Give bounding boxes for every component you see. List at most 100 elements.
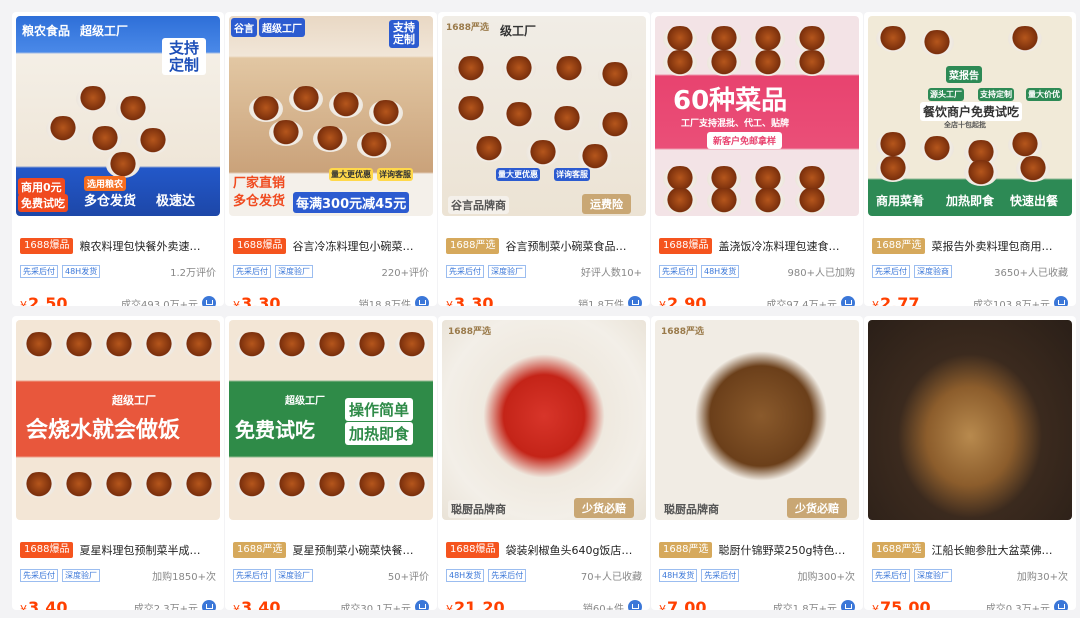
- product-image[interactable]: 超级工厂 免费试吃 操作简单 加热即食: [229, 320, 433, 520]
- image-overlay-text: 全店十包起批: [944, 121, 986, 129]
- price-row: ¥2.90 成交97.4万+元: [659, 292, 855, 306]
- product-title[interactable]: 江船长鲍参肚大盆菜佛…: [931, 542, 1052, 558]
- product-title-row[interactable]: 1688严选 江船长鲍参肚大盆菜佛…: [872, 541, 1068, 559]
- price-row: ¥3.30 销18.8万件: [233, 292, 429, 306]
- food-dish: [275, 472, 309, 498]
- product-title[interactable]: 袋装剁椒鱼头640g饭店…: [505, 542, 632, 558]
- product-title[interactable]: 谷言冷冻料理包小碗菜…: [292, 238, 413, 254]
- product-title[interactable]: 夏星预制菜小碗菜快餐…: [292, 542, 413, 558]
- product-title-row[interactable]: 1688爆品 谷言冷冻料理包小碗菜…: [233, 237, 429, 255]
- image-overlay-text: 选用粮农: [84, 176, 127, 191]
- product-image[interactable]: 谷言 超级工厂 支持定制 厂家直销 多仓发货 每满300元减45元 量大更优惠 详询客服: [229, 16, 433, 216]
- product-title[interactable]: 谷言预制菜小碗菜食品…: [505, 238, 626, 254]
- service-tags: 先采后付 深度验厂 220+评价: [233, 264, 429, 279]
- food-dish: [235, 472, 269, 498]
- add-to-cart-icon[interactable]: [415, 296, 429, 306]
- image-overlay-text: 谷言品牌商: [448, 196, 509, 214]
- product-title-row[interactable]: 1688爆品 夏星料理包预制菜半成…: [20, 541, 216, 559]
- product-price: ¥7.00: [659, 598, 706, 611]
- product-title[interactable]: 盖浇饭冷冻料理包速食…: [718, 238, 839, 254]
- product-card[interactable]: 1688严选 聪厨品牌商 少货必赔 1688严选 聪厨什锦野菜250g特色… 48H发货先…: [651, 316, 863, 610]
- price-row: ¥3.30 销1.8万件: [446, 292, 642, 306]
- service-tag: 先采后付: [20, 568, 58, 582]
- product-card[interactable]: 1688严选 江船长鲍参肚大盆菜佛… 先采后付 深度验厂 加购30+次 ¥75.00 成交0…: [864, 316, 1076, 610]
- product-title-row[interactable]: 1688爆品 粮农料理包快餐外卖速…: [20, 237, 216, 255]
- product-title[interactable]: 聪厨什锦野菜250g特色…: [718, 542, 845, 558]
- food-dish: [472, 136, 506, 162]
- product-image[interactable]: [868, 320, 1072, 520]
- add-to-cart-icon[interactable]: [1054, 600, 1068, 610]
- add-to-cart-icon[interactable]: [628, 600, 642, 610]
- product-price: ¥2.50: [20, 294, 67, 307]
- food-dish: [876, 156, 910, 182]
- add-to-cart-icon[interactable]: [1054, 296, 1068, 306]
- product-title-row[interactable]: 1688严选 菜报告外卖料理包商用…: [872, 237, 1068, 255]
- price-value: 21.20: [454, 597, 505, 611]
- add-to-cart-icon[interactable]: [415, 600, 429, 610]
- product-image[interactable]: 粮农食品 超级工厂 支持定制 选用粮农 商用0元 免费试吃 多仓发货 极速达: [16, 16, 220, 216]
- product-card[interactable]: 60种菜品 工厂支持混批、代工、贴牌 新客户免邮拿样 1688爆品 盖浇饭冷冻料理包速食…: [651, 12, 863, 306]
- sales-volume: 成交97.4万+元: [766, 299, 837, 307]
- food-dish: [598, 112, 632, 138]
- food-dish: [751, 26, 785, 52]
- food-dish: [663, 50, 697, 76]
- product-title-row[interactable]: 1688严选 聪厨什锦野菜250g特色…: [659, 541, 855, 559]
- currency-symbol: ¥: [446, 602, 453, 611]
- image-overlay-text: 1688严选: [446, 23, 490, 33]
- product-card[interactable]: 菜报告 源头工厂 支持定制 量大价优 餐饮商户免费试吃 全店十包起批 商用菜肴 加热即食 快速出…: [864, 12, 1076, 306]
- add-to-cart-icon[interactable]: [202, 296, 216, 306]
- service-tag: 先采后付: [446, 264, 484, 278]
- product-title[interactable]: 粮农料理包快餐外卖速…: [79, 238, 200, 254]
- food-dish: [795, 188, 829, 214]
- price-row: ¥7.00 成交1.8万+元: [659, 596, 855, 610]
- product-card[interactable]: 1688严选 级工厂 量大更优惠 详询客服 谷言品牌商 运费险 1688严选 谷言预制菜小碗菜…: [438, 12, 650, 306]
- product-image[interactable]: 1688严选 聪厨品牌商 少货必赔: [655, 320, 859, 520]
- service-tag: 先采后付: [488, 568, 527, 582]
- image-overlay-text: 支持定制: [389, 20, 419, 49]
- service-tag: 深度验厂: [914, 568, 952, 582]
- sales-volume: 成交30.1万+元: [340, 603, 411, 611]
- product-card[interactable]: 超级工厂 会烧水就会做饭 1688爆品 夏星料理包预制菜半成… 先采后付 深度验厂 加购18…: [12, 316, 224, 610]
- add-to-cart-icon[interactable]: [628, 296, 642, 306]
- product-title-row[interactable]: 1688严选 谷言预制菜小碗菜食品…: [446, 237, 642, 255]
- add-to-cart-icon[interactable]: [841, 296, 855, 306]
- product-title-row[interactable]: 1688爆品 袋装剁椒鱼头640g饭店…: [446, 541, 642, 559]
- product-title[interactable]: 夏星料理包预制菜半成…: [79, 542, 200, 558]
- product-image[interactable]: 菜报告 源头工厂 支持定制 量大价优 餐饮商户免费试吃 全店十包起批 商用菜肴 加热即食 快速出…: [868, 16, 1072, 216]
- add-to-cart-icon[interactable]: [202, 600, 216, 610]
- product-card[interactable]: 粮农食品 超级工厂 支持定制 选用粮农 商用0元 免费试吃 多仓发货 极速达 1688爆品 粮农料…: [12, 12, 224, 306]
- food-dish: [289, 86, 323, 112]
- food-dish: [707, 26, 741, 52]
- currency-symbol: ¥: [20, 602, 27, 611]
- product-image[interactable]: 1688严选 级工厂 量大更优惠 详询客服 谷言品牌商 运费险: [442, 16, 646, 216]
- product-card[interactable]: 谷言 超级工厂 支持定制 厂家直销 多仓发货 每满300元减45元 量大更优惠 详询客服 168…: [225, 12, 437, 306]
- image-overlay-text: 少货必赔: [574, 498, 634, 518]
- service-tag: 深度验厂: [275, 264, 313, 278]
- price-value: 2.50: [28, 293, 68, 307]
- product-title[interactable]: 菜报告外卖料理包商用…: [931, 238, 1052, 254]
- food-dish: [795, 50, 829, 76]
- product-card[interactable]: 1688严选 聪厨品牌商 少货必赔 1688爆品 袋装剁椒鱼头640g饭店… 48H发货先…: [438, 316, 650, 610]
- product-image[interactable]: 超级工厂 会烧水就会做饭: [16, 320, 220, 520]
- food-dish: [876, 26, 910, 52]
- product-title-row[interactable]: 1688爆品 盖浇饭冷冻料理包速食…: [659, 237, 855, 255]
- product-price: ¥75.00: [872, 598, 931, 611]
- food-dish: [102, 332, 136, 358]
- food-dish: [550, 106, 584, 132]
- food-dish: [369, 100, 403, 126]
- food-dish: [1016, 156, 1050, 182]
- price-value: 7.00: [667, 597, 707, 611]
- product-card[interactable]: 超级工厂 免费试吃 操作简单 加热即食 1688严选 夏星预制菜小碗菜快餐… 先采后付 深度验…: [225, 316, 437, 610]
- food-dish: [395, 472, 429, 498]
- sales-volume: 成交2.3万+元: [133, 603, 198, 611]
- price-row: ¥75.00 成交0.3万+元: [872, 596, 1068, 610]
- image-overlay-text: 量大更优惠: [496, 168, 540, 181]
- food-dish: [62, 472, 96, 498]
- image-overlay-text: 量大价优: [1026, 88, 1062, 101]
- product-image[interactable]: 1688严选 聪厨品牌商 少货必赔: [442, 320, 646, 520]
- add-to-cart-icon[interactable]: [841, 600, 855, 610]
- product-image[interactable]: 60种菜品 工厂支持混批、代工、贴牌 新客户免邮拿样: [655, 16, 859, 216]
- product-title-row[interactable]: 1688严选 夏星预制菜小碗菜快餐…: [233, 541, 429, 559]
- image-overlay-text: 聪厨品牌商: [661, 500, 722, 518]
- image-overlay-text: 支持定制: [978, 88, 1014, 101]
